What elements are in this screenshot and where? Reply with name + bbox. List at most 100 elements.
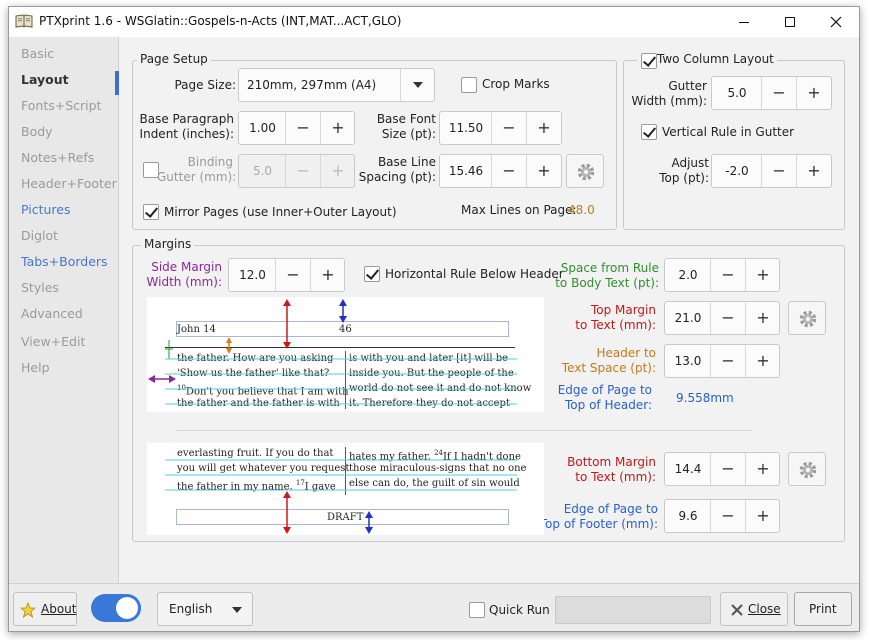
decrement-button[interactable]: − (491, 112, 526, 144)
edge-footer-label: Edge of Page to Top of Footer (mm): (539, 502, 658, 531)
preview-guides-bottom (165, 459, 517, 534)
maximize-button[interactable] (767, 7, 813, 37)
increment-button[interactable]: + (320, 155, 355, 187)
font-size-spinner[interactable]: 11.50 − + (439, 111, 562, 145)
edge-header-label: Edge of Page to Top of Header: (557, 383, 652, 412)
vertical-rule-checkbox[interactable] (641, 124, 657, 140)
increment-button[interactable]: + (745, 302, 780, 334)
increment-button[interactable]: + (745, 259, 780, 291)
increment-button[interactable]: + (745, 453, 780, 485)
edge-footer-value: 9.6 (678, 509, 698, 523)
increment-button[interactable]: + (526, 112, 561, 144)
close-button[interactable]: Close (720, 592, 788, 626)
sidebar-item-basic[interactable]: Basic (21, 46, 54, 66)
sidebar-item-pictures[interactable]: Pictures (21, 202, 71, 222)
decrement-button[interactable]: − (285, 155, 320, 187)
decrement-button[interactable]: − (275, 259, 310, 291)
adjust-top-spinner[interactable]: -2.0 − + (711, 154, 832, 188)
decrement-button[interactable]: − (710, 453, 745, 485)
increment-button[interactable]: + (745, 500, 780, 532)
sidebar-item-advanced[interactable]: Advanced (21, 306, 83, 326)
edge-header-value: 9.558mm (676, 391, 734, 405)
print-button[interactable]: Print (794, 592, 852, 626)
increment-button[interactable]: + (310, 259, 345, 291)
toggle-knob (116, 597, 138, 619)
sidebar-item-header-footer[interactable]: Header+Footer (21, 176, 117, 196)
horizontal-rule-checkbox[interactable] (364, 266, 380, 282)
binding-gutter-value: 5.0 (252, 164, 273, 178)
increment-button[interactable]: + (526, 155, 561, 187)
sidebar-item-tabs-borders[interactable]: Tabs+Borders (21, 254, 108, 274)
page-size-dropdown[interactable]: 210mm, 297mm (A4) (238, 68, 435, 102)
decrement-button[interactable]: − (710, 345, 745, 377)
sidebar-item-fonts-script[interactable]: Fonts+Script (21, 98, 101, 118)
sidebar: Basic Layout Fonts+Script Body Notes+Ref… (9, 37, 119, 583)
two-column-checkbox[interactable] (641, 53, 657, 69)
crop-marks-label: Crop Marks (482, 77, 550, 91)
binding-gutter-spinner[interactable]: 5.0 − + (238, 154, 355, 188)
increment-button[interactable]: + (796, 155, 831, 187)
minimize-button[interactable] (721, 7, 767, 37)
sidebar-selection-indicator (115, 71, 119, 95)
side-margin-value: 12.0 (239, 268, 266, 282)
main-window: PTXprint 1.6 - WSGlatin::Gospels-n-Acts … (8, 6, 860, 632)
about-button[interactable]: About (13, 592, 77, 626)
two-column-title: Two Column Layout (637, 52, 777, 66)
max-lines-value: 48.0 (568, 203, 595, 217)
sidebar-item-body[interactable]: Body (21, 124, 53, 144)
print-label: Print (809, 602, 837, 616)
gear-icon (799, 461, 817, 479)
header-space-spinner[interactable]: 13.0 − + (664, 344, 780, 378)
sidebar-item-diglot[interactable]: Diglot (21, 228, 58, 248)
decrement-button[interactable]: − (761, 77, 796, 109)
quick-run-checkbox[interactable] (469, 602, 485, 618)
mode-toggle[interactable] (91, 594, 141, 622)
decrement-button[interactable]: − (761, 155, 796, 187)
language-dropdown[interactable]: English (157, 592, 253, 626)
decrement-button[interactable]: − (285, 112, 320, 144)
chevron-down-icon (400, 69, 434, 101)
chevron-down-icon (232, 607, 242, 613)
decrement-button[interactable]: − (710, 259, 745, 291)
increment-button[interactable]: + (796, 77, 831, 109)
sidebar-item-layout[interactable]: Layout (21, 72, 69, 92)
indent-spinner[interactable]: 1.00 − + (238, 111, 355, 145)
binding-gutter-label: Binding Gutter (mm): (157, 155, 237, 184)
decrement-button[interactable]: − (491, 155, 526, 187)
top-margin-spinner[interactable]: 21.0 − + (664, 301, 780, 335)
layout-preview-top: John 14 46 the father. How are you askin… (147, 297, 544, 412)
bottom-margin-spinner[interactable]: 14.4 − + (664, 452, 780, 486)
crop-marks-checkbox[interactable] (461, 77, 477, 93)
space-rule-spinner[interactable]: 2.0 − + (664, 258, 780, 292)
sidebar-item-help[interactable]: Help (21, 360, 50, 380)
indent-value: 1.00 (249, 121, 276, 135)
gear-icon (799, 310, 817, 328)
increment-button[interactable]: + (320, 112, 355, 144)
adjust-top-value: -2.0 (725, 164, 749, 178)
decrement-button[interactable]: − (710, 302, 745, 334)
vertical-rule-label: Vertical Rule in Gutter (662, 125, 795, 139)
line-spacing-spinner[interactable]: 15.46 − + (439, 154, 562, 188)
edge-footer-spinner[interactable]: 9.6 − + (664, 499, 780, 533)
line-spacing-settings-button[interactable] (566, 154, 604, 188)
close-label: Close (748, 602, 781, 616)
top-margin-label: Top Margin to Text (mm): (575, 303, 656, 332)
gear-icon (577, 163, 595, 181)
bottom-margin-settings-button[interactable] (788, 452, 826, 486)
space-rule-value: 2.0 (678, 268, 698, 282)
minimize-icon (739, 22, 749, 23)
title-bar: PTXprint 1.6 - WSGlatin::Gospels-n-Acts … (9, 7, 859, 37)
sidebar-item-view-edit[interactable]: View+Edit (21, 334, 85, 354)
sidebar-item-styles[interactable]: Styles (21, 280, 59, 300)
close-window-button[interactable] (813, 7, 859, 37)
bottom-margin-label: Bottom Margin to Text (mm): (567, 455, 656, 484)
top-margin-settings-button[interactable] (788, 301, 826, 335)
increment-button[interactable]: + (745, 345, 780, 377)
decrement-button[interactable]: − (710, 500, 745, 532)
space-rule-label: Space from Rule to Body Text (pt): (555, 261, 659, 290)
side-margin-spinner[interactable]: 12.0 − + (228, 258, 345, 292)
mirror-pages-checkbox[interactable] (143, 204, 159, 220)
gutter-width-spinner[interactable]: 5.0 − + (711, 76, 832, 110)
sidebar-item-notes-refs[interactable]: Notes+Refs (21, 150, 94, 170)
page-size-value: 210mm, 297mm (A4) (247, 78, 377, 92)
